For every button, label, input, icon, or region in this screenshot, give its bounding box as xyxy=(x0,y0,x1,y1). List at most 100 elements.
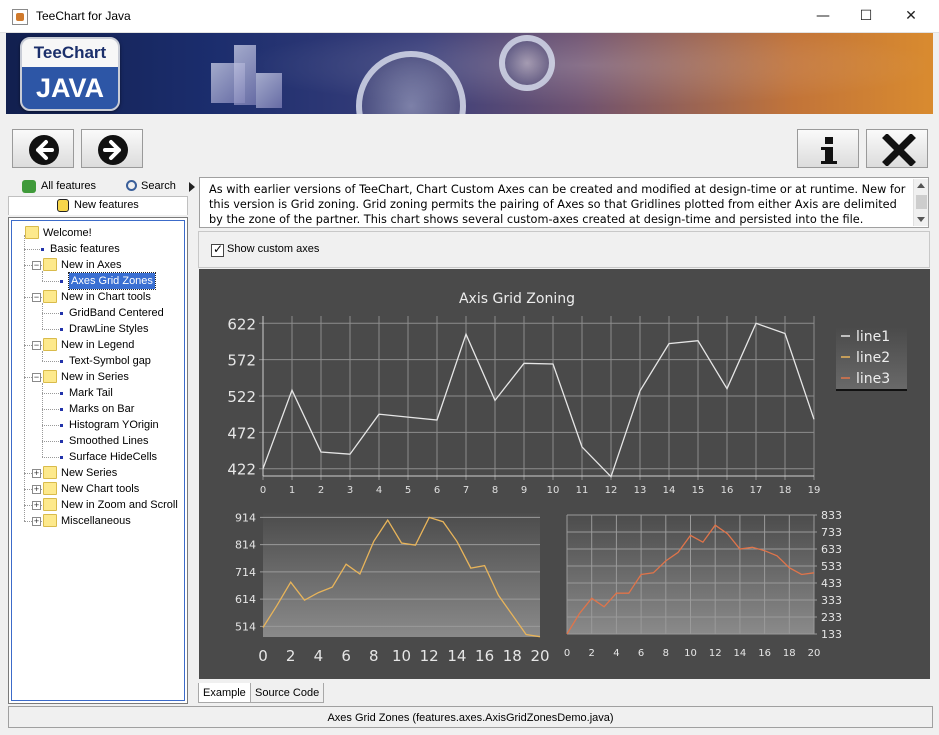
y-tick-label: 133 xyxy=(821,628,842,641)
collapse-icon[interactable]: − xyxy=(32,261,41,270)
scroll-thumb[interactable] xyxy=(916,195,927,209)
expand-icon[interactable]: + xyxy=(32,501,41,510)
tab-all-features[interactable]: All features xyxy=(41,180,96,192)
back-button[interactable] xyxy=(12,129,74,168)
tree-item[interactable]: Text-Symbol gap xyxy=(12,353,184,369)
bullet-icon xyxy=(60,280,63,283)
info-button[interactable] xyxy=(797,129,859,168)
tree-item-label: Marks on Bar xyxy=(69,403,135,415)
x-tick-label: 7 xyxy=(463,485,469,496)
bullet-icon xyxy=(60,312,63,315)
x-tick-label: 8 xyxy=(663,648,669,659)
tree-folder[interactable]: + New Series xyxy=(12,465,184,481)
arrow-right-icon xyxy=(98,135,128,165)
tab-source-code[interactable]: Source Code xyxy=(250,683,325,703)
y-tick-label: 233 xyxy=(821,611,842,624)
tree-item-label: New in Zoom and Scroll xyxy=(61,499,178,511)
x-tick-label: 12 xyxy=(605,485,618,496)
all-features-icon xyxy=(22,180,36,193)
x-tick-label: 0 xyxy=(564,648,570,659)
tree-item-label: Histogram YOrigin xyxy=(69,419,159,431)
plot-pane xyxy=(263,513,540,637)
tab-new-features[interactable]: New features xyxy=(8,196,188,215)
tree-folder[interactable]: Welcome! xyxy=(12,225,184,241)
tree-item-label: New Chart tools xyxy=(61,483,140,495)
collapse-icon[interactable]: − xyxy=(32,341,41,350)
tree-item-label: Surface HideCells xyxy=(69,451,158,463)
tree-item-label: New Series xyxy=(61,467,118,479)
description-scrollbar[interactable] xyxy=(913,179,928,226)
chart-panel[interactable]: Axis Grid Zoning 0 1 2 3 4 5 6 7 8 9 10 11 12 13 14 15 16… xyxy=(199,269,930,679)
tree-item[interactable]: Marks on Bar xyxy=(12,401,184,417)
x-tick-label: 11 xyxy=(576,485,589,496)
axis-grid-zoning-chart[interactable]: Axis Grid Zoning0 1 2 3 4 5 6 7 8 9 10 11 12 13 14 15 16… xyxy=(199,269,930,679)
tree-item[interactable]: Histogram YOrigin xyxy=(12,417,184,433)
show-custom-axes-checkbox[interactable]: ✓ xyxy=(211,242,224,257)
tree-item-label: GridBand Centered xyxy=(69,307,164,319)
y-tick-label: 714 xyxy=(235,566,256,579)
search-icon xyxy=(126,180,137,191)
folder-icon xyxy=(43,370,57,383)
tree-item[interactable]: DrawLine Styles xyxy=(12,321,184,337)
tree-item-label: Welcome! xyxy=(43,227,92,239)
x-tick-label: 4 xyxy=(613,648,619,659)
tree-folder[interactable]: − New in Chart tools xyxy=(12,289,184,305)
tree-item[interactable]: Basic features xyxy=(12,241,184,257)
folder-icon xyxy=(43,338,57,351)
x-tick-label: 16 xyxy=(758,648,771,659)
bullet-icon xyxy=(60,456,63,459)
tree-item[interactable]: GridBand Centered xyxy=(12,305,184,321)
x-tick-label: 4 xyxy=(376,485,382,496)
tree-item-label: Mark Tail xyxy=(69,387,113,399)
collapse-icon[interactable]: − xyxy=(32,373,41,382)
tree-folder[interactable]: − New in Series xyxy=(12,369,184,385)
y-tick-label: 633 xyxy=(821,543,842,556)
feature-tree[interactable]: Welcome! Basic features − New in Axes Axes G… xyxy=(8,217,188,704)
tree-folder[interactable]: − New in Axes xyxy=(12,257,184,273)
legend-item: line2 xyxy=(856,350,890,366)
decor-cube xyxy=(256,73,282,108)
tree-item-label: New in Series xyxy=(61,371,129,383)
x-tick-label: 12 xyxy=(420,647,439,665)
exit-button[interactable] xyxy=(866,129,928,168)
y-tick-label: 572 xyxy=(227,352,256,370)
tree-folder[interactable]: + New in Zoom and Scroll xyxy=(12,497,184,513)
tree-item[interactable]: Axes Grid Zones xyxy=(12,272,184,290)
expand-icon[interactable]: + xyxy=(32,469,41,478)
x-tick-label: 14 xyxy=(734,648,747,659)
minimize-button[interactable]: — xyxy=(800,0,846,33)
tree-item-label: Text-Symbol gap xyxy=(69,355,151,367)
x-tick-label: 10 xyxy=(684,648,697,659)
y-tick-label: 472 xyxy=(227,424,256,442)
y-tick-label: 422 xyxy=(227,461,256,479)
y-tick-label: 614 xyxy=(235,593,256,606)
tree-item[interactable]: Smoothed Lines xyxy=(12,433,184,449)
tree-item-label: New in Axes xyxy=(61,259,122,271)
x-tick-label: 18 xyxy=(779,485,792,496)
x-tick-label: 14 xyxy=(663,485,676,496)
tree-folder[interactable]: − New in Legend xyxy=(12,337,184,353)
tree-folder[interactable]: + Miscellaneous xyxy=(12,513,184,529)
folder-icon xyxy=(25,226,39,239)
tab-scroll-arrow-icon[interactable] xyxy=(189,182,195,192)
y-tick-label: 914 xyxy=(235,511,256,524)
forward-button[interactable] xyxy=(81,129,143,168)
maximize-button[interactable]: ☐ xyxy=(843,0,889,33)
y-tick-label: 833 xyxy=(821,509,842,522)
expand-icon[interactable]: + xyxy=(32,517,41,526)
scroll-down-icon[interactable] xyxy=(917,217,925,222)
bullet-icon xyxy=(60,360,63,363)
scroll-up-icon[interactable] xyxy=(917,183,925,188)
tab-example[interactable]: Example xyxy=(198,683,251,703)
collapse-icon[interactable]: − xyxy=(32,293,41,302)
tree-item[interactable]: Mark Tail xyxy=(12,385,184,401)
teechart-java-logo: TeeChart JAVA xyxy=(20,37,120,111)
expand-icon[interactable]: + xyxy=(32,485,41,494)
x-tick-label: 1 xyxy=(289,485,295,496)
tab-search[interactable]: Search xyxy=(141,180,176,192)
tree-item[interactable]: Surface HideCells xyxy=(12,449,184,465)
tree-folder[interactable]: + New Chart tools xyxy=(12,481,184,497)
close-window-button[interactable]: ✕ xyxy=(888,0,934,33)
tree-item-label: DrawLine Styles xyxy=(69,323,149,335)
decor-cube xyxy=(234,45,256,105)
